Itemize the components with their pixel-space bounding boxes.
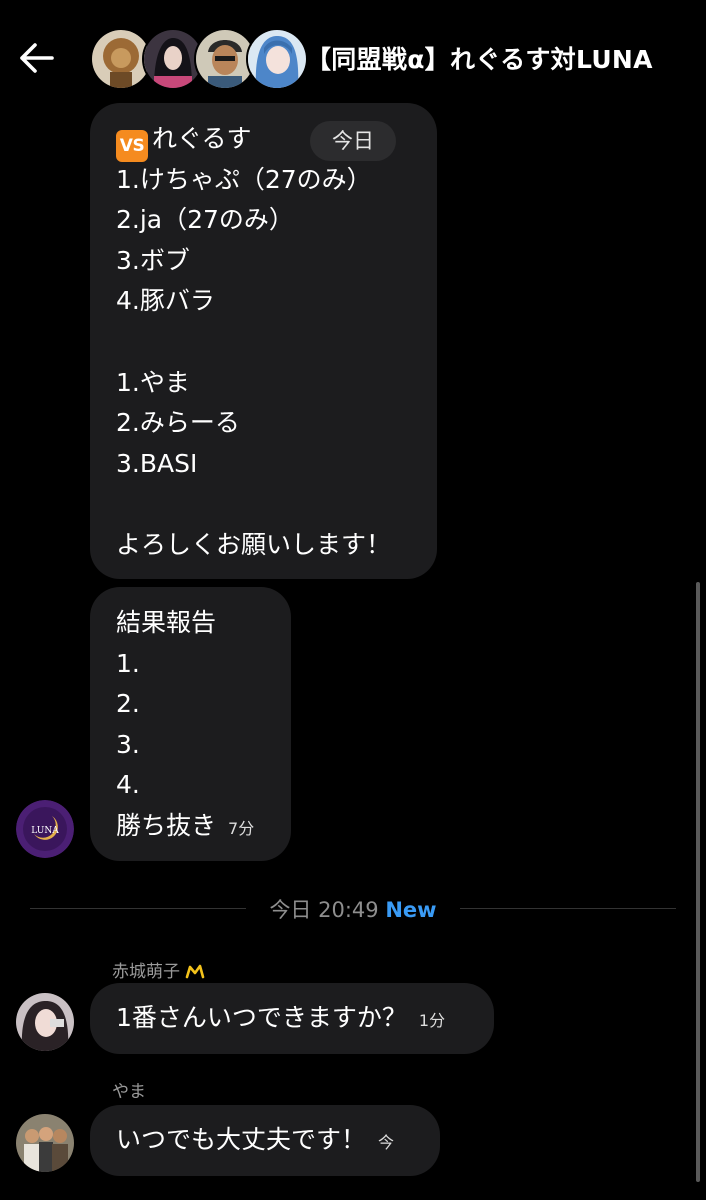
- message-bubble[interactable]: 結果報告 1. 2. 3. 4. 勝ち抜き 7分: [90, 587, 291, 861]
- new-label: New: [385, 898, 437, 922]
- message-line: 1番さんいつできますか？ 1分: [116, 1003, 446, 1032]
- crown-icon: [186, 964, 205, 979]
- sender-avatar[interactable]: [16, 993, 74, 1051]
- message-line: 3.BASI: [116, 448, 198, 478]
- vs-button-icon: VS: [116, 130, 148, 162]
- message-line: 勝ち抜き 7分: [116, 810, 255, 840]
- message-line: いつでも大丈夫です！今: [116, 1125, 395, 1154]
- date-pill: 今日: [310, 121, 396, 161]
- chat-header: 【同盟戦α】れぐるす対LUNA: [0, 0, 706, 118]
- message-line: 2.: [116, 689, 140, 719]
- message-line: 結果報告: [116, 608, 217, 637]
- message-line: 4.豚バラ: [116, 286, 215, 316]
- divider-line: [460, 908, 676, 909]
- chat-title[interactable]: 【同盟戦α】れぐるす対LUNA: [306, 40, 653, 76]
- new-messages-divider: 今日 20:49 New: [269, 898, 437, 922]
- sender-name: やま: [112, 1082, 146, 1102]
- message-line: 1.けちゃぷ（27のみ）: [116, 164, 372, 194]
- scrollbar[interactable]: [696, 582, 700, 1182]
- sender-avatar[interactable]: [16, 1114, 74, 1172]
- message-time: 1分: [418, 1011, 446, 1030]
- message-line: 2.ja（27のみ）: [116, 205, 294, 235]
- message-bubble[interactable]: いつでも大丈夫です！今: [90, 1105, 440, 1176]
- arrow-left-icon: [20, 43, 54, 73]
- message-bubble[interactable]: 1番さんいつできますか？ 1分: [90, 983, 494, 1054]
- message-line: 4.: [116, 770, 140, 800]
- message-line: 1.やま: [116, 367, 190, 397]
- message-line: 3.ボブ: [116, 245, 190, 275]
- message-bubble[interactable]: VS れぐるす 1.けちゃぷ（27のみ） 2.ja（27のみ） 3.ボブ 4.豚バ…: [90, 103, 437, 579]
- svg-text:LUNA: LUNA: [31, 826, 59, 836]
- message-line: 1.: [116, 648, 140, 678]
- sender-avatar[interactable]: LUNA: [16, 800, 74, 858]
- message-time: 7分: [228, 818, 255, 838]
- sender-name: 赤城萌子: [112, 957, 205, 982]
- message-line: 2.みらーる: [116, 408, 240, 438]
- back-button[interactable]: [18, 40, 58, 76]
- message-line: よろしくお願いします！: [116, 529, 392, 559]
- message-time: 今: [378, 1133, 395, 1152]
- message-line: 3.: [116, 729, 140, 759]
- member-avatar: [246, 28, 308, 90]
- divider-line: [30, 908, 246, 909]
